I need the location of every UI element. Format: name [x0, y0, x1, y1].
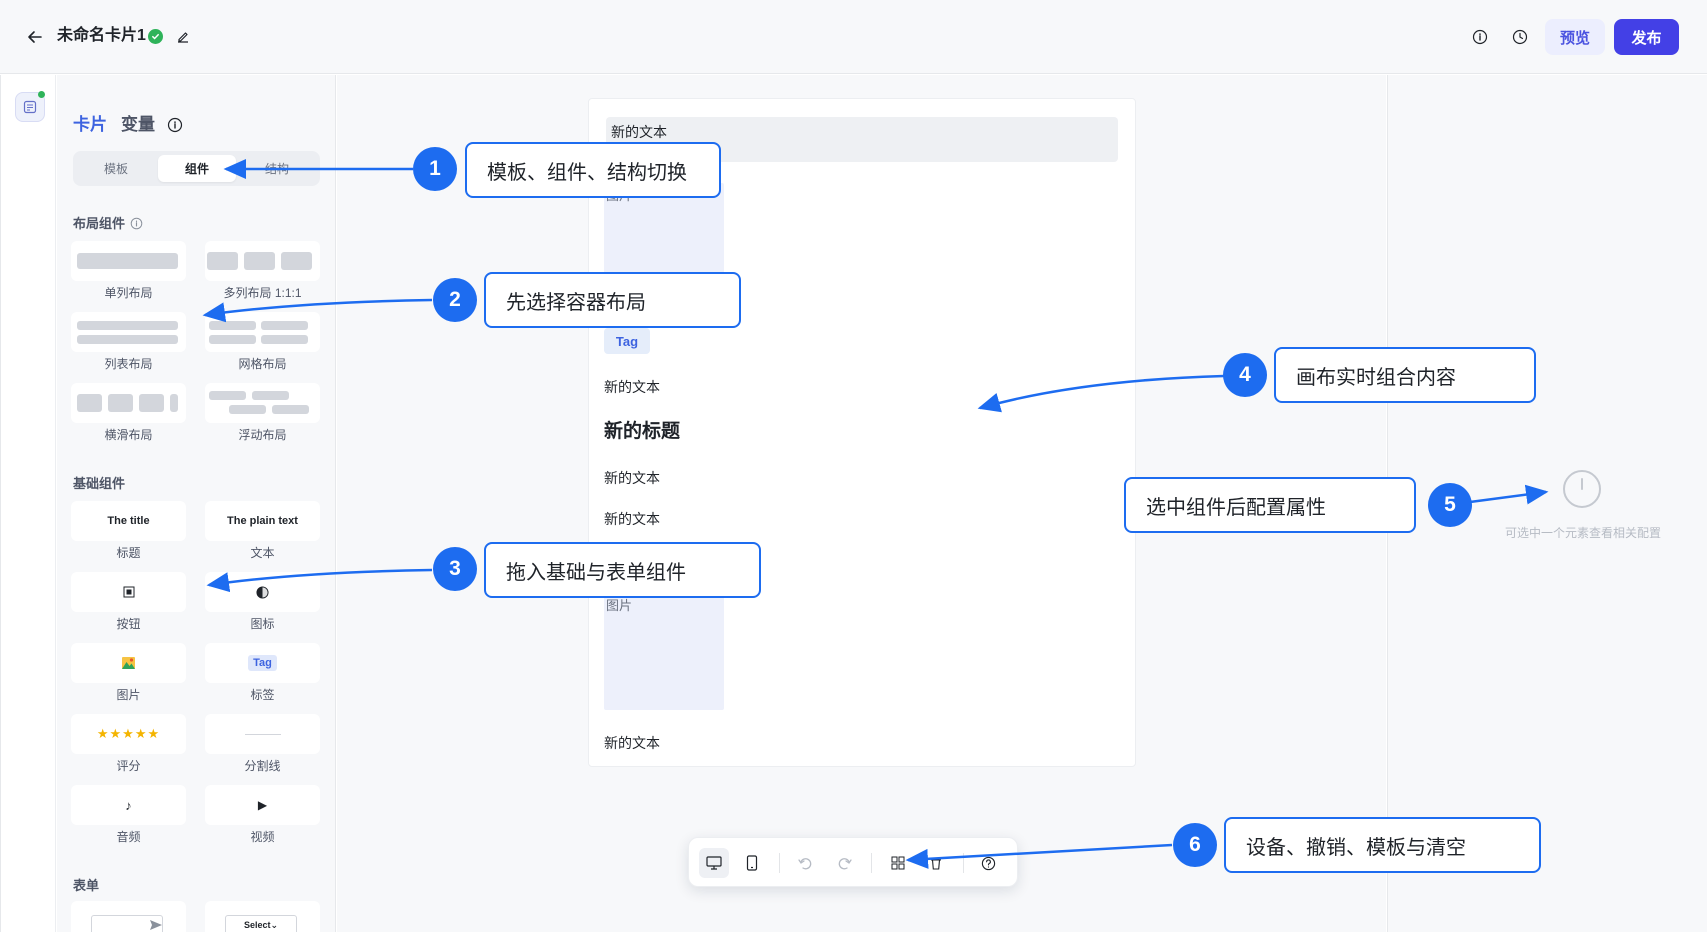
info-icon[interactable] — [130, 217, 143, 230]
annotation-callout-6: 设备、撤销、模板与清空 — [1224, 817, 1541, 873]
divider-line — [244, 733, 281, 735]
basic-video-tile[interactable]: ▶ 视频 — [205, 785, 320, 847]
card-text[interactable]: 新的文本 — [604, 509, 660, 529]
basic-section-title: 基础组件 — [73, 476, 126, 491]
info-icon[interactable] — [1470, 27, 1490, 47]
card-text[interactable]: 新的文本 — [604, 377, 660, 397]
basic-tag-tile[interactable]: Tag 标签 — [205, 643, 320, 705]
clear-trash-icon[interactable] — [921, 848, 951, 878]
card-text[interactable]: 新的文本 — [604, 468, 660, 488]
play-icon: ▶ — [257, 798, 268, 812]
desktop-device-icon[interactable] — [699, 848, 729, 878]
annotation-badge-5: 5 — [1428, 483, 1472, 527]
basic-divider-tile[interactable]: 分割线 — [205, 714, 320, 776]
annotation-callout-4: 画布实时组合内容 — [1274, 347, 1536, 403]
basic-image-tile[interactable]: 图片 — [71, 643, 186, 705]
annotation-badge-6: 6 — [1173, 823, 1217, 867]
info-icon[interactable] — [167, 117, 183, 133]
bottom-toolbar — [688, 837, 1018, 887]
image-placeholder[interactable]: 图片 — [604, 593, 724, 710]
basic-rating-tile[interactable]: ★★★★★ 评分 — [71, 714, 186, 776]
left-icon-strip — [0, 75, 56, 932]
segment-structure[interactable]: 结构 — [238, 155, 316, 182]
annotation-callout-3: 拖入基础与表单组件 — [484, 542, 761, 598]
button-icon — [123, 586, 134, 598]
music-note-icon: ♪ — [125, 797, 132, 813]
annotation-callout-1: 模板、组件、结构切换 — [465, 142, 721, 198]
publish-button[interactable]: 发布 — [1614, 19, 1679, 55]
redo-icon[interactable] — [829, 848, 859, 878]
history-clock-icon[interactable] — [1510, 27, 1530, 47]
layout-single-column[interactable]: 单列布局 — [71, 241, 186, 303]
send-icon — [150, 920, 162, 930]
rating-stars-icon: ★★★★★ — [96, 726, 161, 741]
annotation-badge-2: 2 — [433, 278, 477, 322]
image-icon — [122, 657, 135, 669]
basic-text-tile[interactable]: The plain text 文本 — [205, 501, 320, 563]
icon-component-icon — [256, 585, 269, 599]
card-tag[interactable]: Tag — [604, 328, 650, 354]
saved-check-icon — [148, 29, 163, 44]
back-arrow-icon[interactable] — [24, 26, 46, 48]
preview-button[interactable]: 预览 — [1545, 19, 1605, 55]
tab-variables[interactable]: 变量 — [121, 113, 155, 137]
layout-grid[interactable]: 网格布局 — [205, 312, 320, 374]
layout-floating[interactable]: 浮动布局 — [205, 383, 320, 445]
card-canvas[interactable]: 新的文本 图片 Tag 新的文本 新的标题 新的文本 新的文本 图片 新的文本 — [588, 98, 1136, 767]
card-heading[interactable]: 新的标题 — [604, 419, 680, 445]
basic-icon-tile[interactable]: 图标 — [205, 572, 320, 634]
card-text[interactable]: 新的文本 — [604, 733, 660, 753]
empty-state-clock-icon — [1562, 469, 1602, 509]
edit-title-icon[interactable] — [173, 27, 193, 47]
undo-icon[interactable] — [791, 848, 821, 878]
mobile-device-icon[interactable] — [737, 848, 767, 878]
basic-audio-tile[interactable]: ♪ 音频 — [71, 785, 186, 847]
card-title: 未命名卡片1 — [57, 27, 146, 44]
help-icon[interactable] — [973, 848, 1003, 878]
annotation-badge-1: 1 — [413, 147, 457, 191]
form-select-tile[interactable]: Select⌄ — [205, 901, 320, 932]
layout-horizontal-scroll[interactable]: 横滑布局 — [71, 383, 186, 445]
segment-components[interactable]: 组件 — [158, 155, 236, 182]
basic-title-tile[interactable]: The title 标题 — [71, 501, 186, 563]
annotation-callout-2: 先选择容器布局 — [484, 272, 741, 328]
empty-state-text: 可选中一个元素查看相关配置 — [1504, 526, 1661, 540]
annotation-callout-5: 选中组件后配置属性 — [1124, 477, 1416, 533]
layout-list[interactable]: 列表布局 — [71, 312, 186, 374]
mode-segmented-control: 模板 组件 结构 — [73, 151, 320, 186]
layout-section-title: 布局组件 — [73, 216, 126, 231]
annotation-badge-4: 4 — [1223, 353, 1267, 397]
annotation-badge-3: 3 — [433, 547, 477, 591]
form-input-tile[interactable] — [71, 901, 186, 932]
templates-grid-icon[interactable] — [883, 848, 913, 878]
form-section-title: 表单 — [73, 878, 100, 893]
status-dot — [38, 91, 45, 98]
basic-button-tile[interactable]: 按钮 — [71, 572, 186, 634]
top-header: 未命名卡片1 预览 发布 — [0, 0, 1707, 74]
segment-templates[interactable]: 模板 — [77, 155, 155, 182]
tab-card[interactable]: 卡片 — [73, 113, 107, 137]
component-panel: 卡片 变量 模板 组件 结构 布局组件 单列布局 多列布局 1:1:1 列表布局 — [57, 75, 336, 932]
layout-multi-column[interactable]: 多列布局 1:1:1 — [205, 241, 320, 303]
